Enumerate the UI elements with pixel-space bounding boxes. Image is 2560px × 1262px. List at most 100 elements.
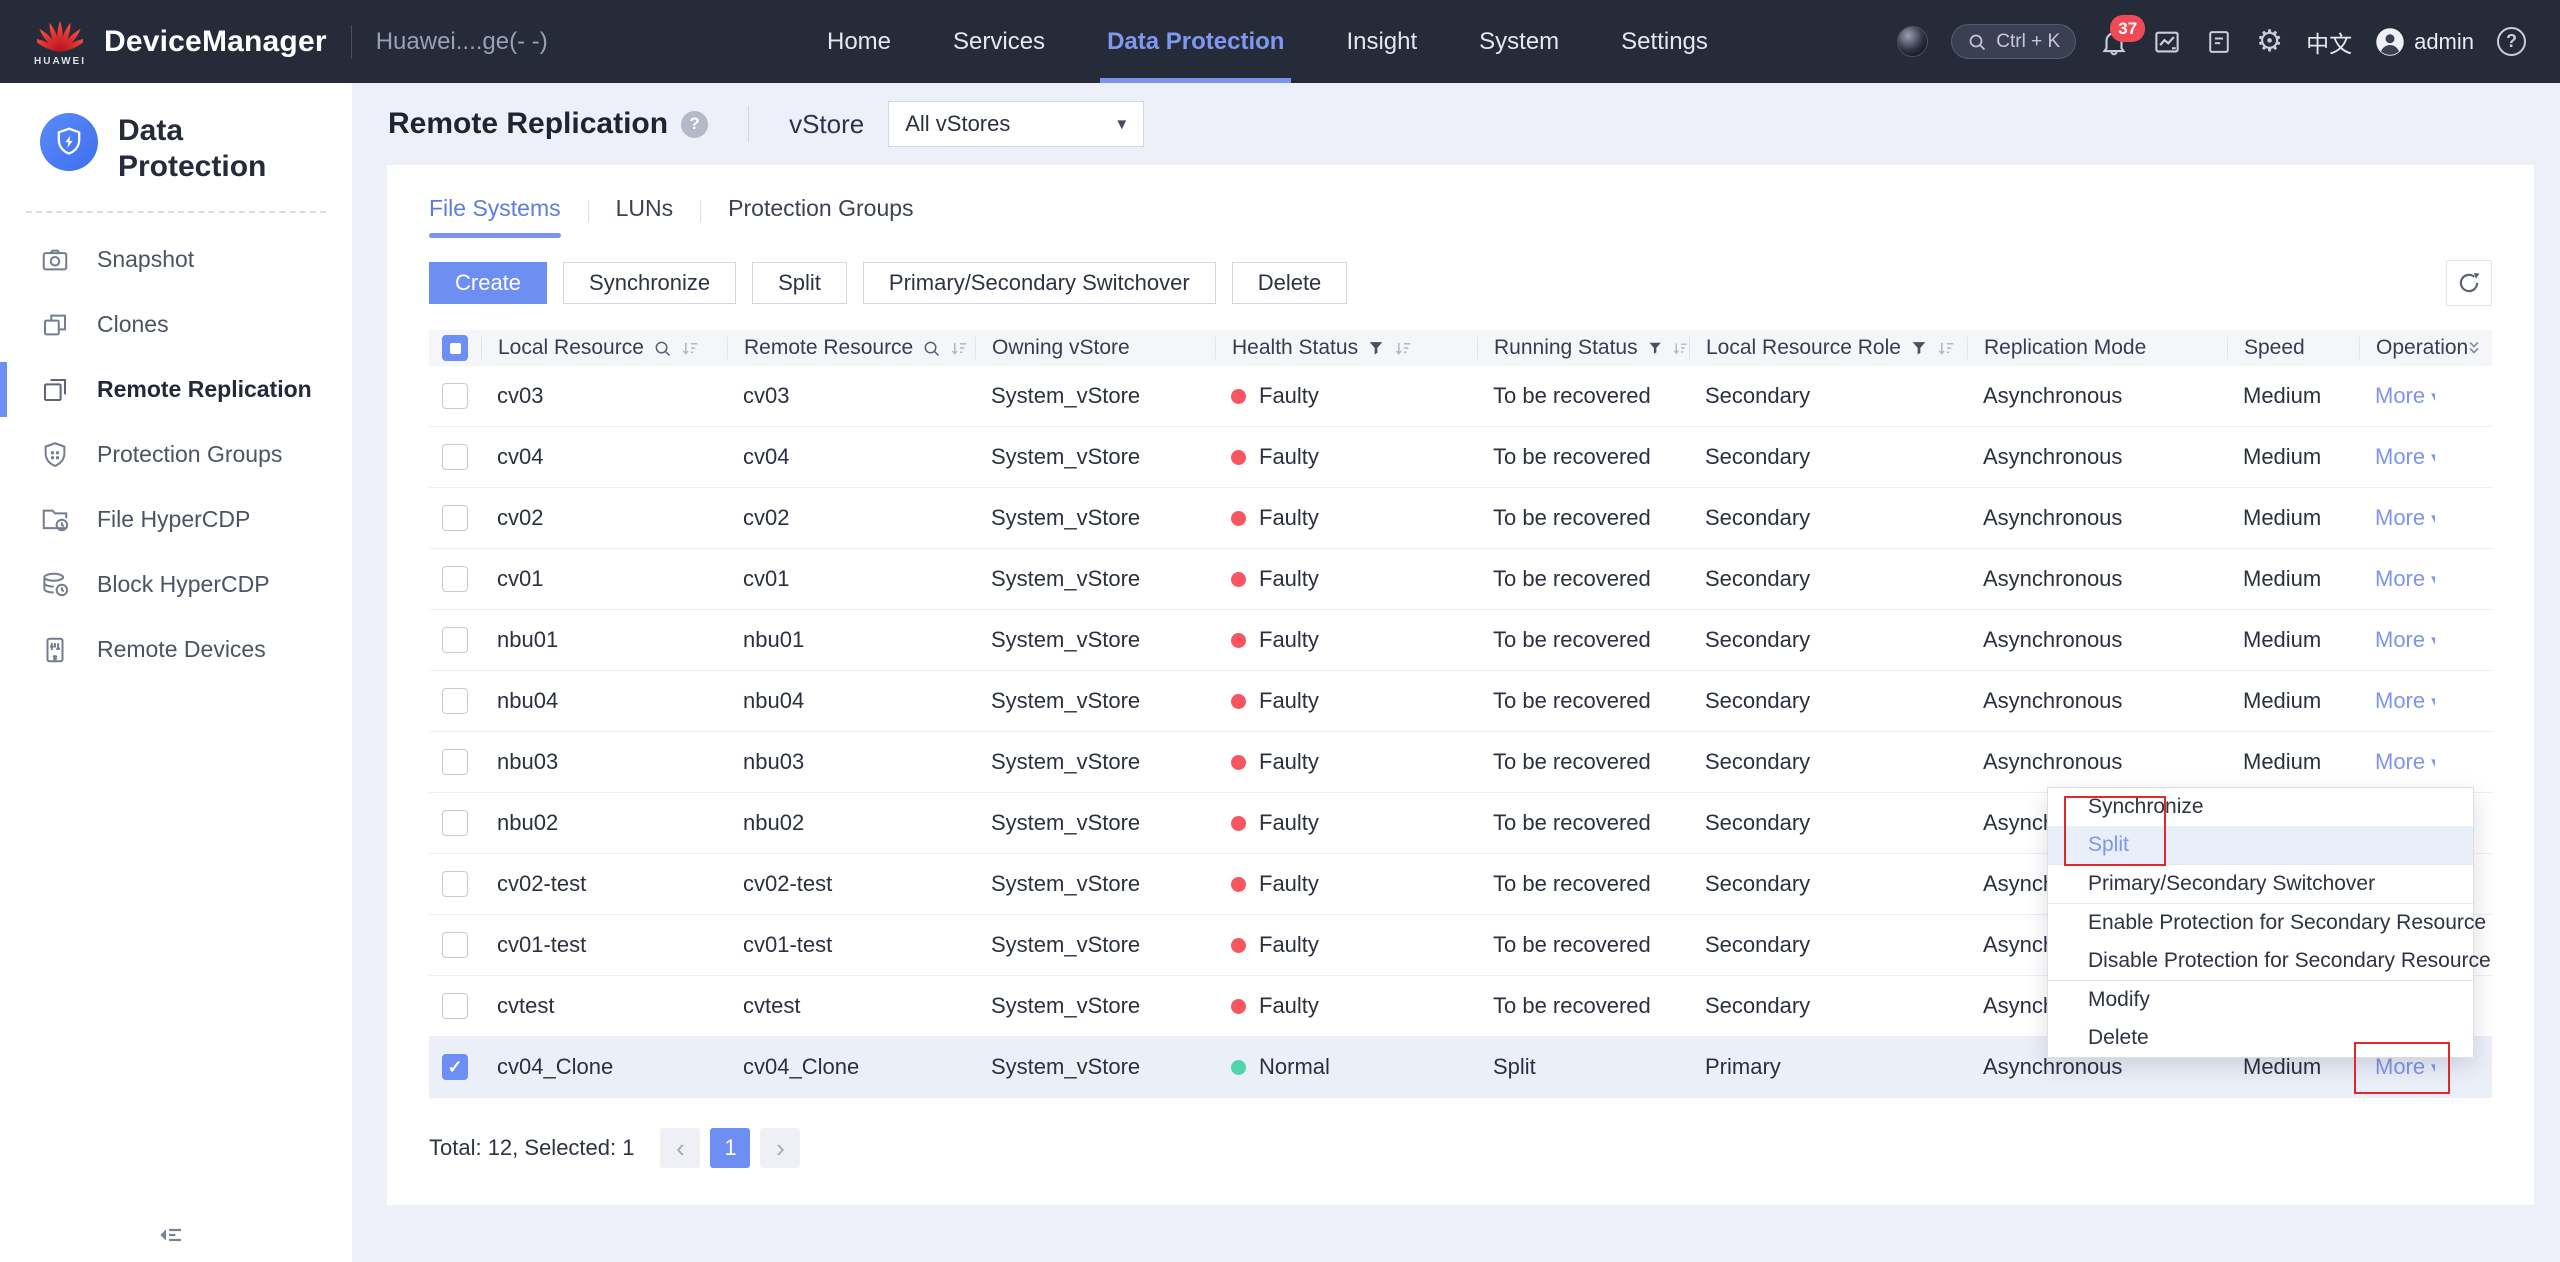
- sort-icon[interactable]: [1672, 339, 1689, 358]
- row-checkbox[interactable]: [442, 505, 468, 531]
- split-button[interactable]: Split: [752, 262, 847, 304]
- page-help-icon[interactable]: ?: [681, 111, 708, 138]
- nav-item-home[interactable]: Home: [796, 0, 922, 83]
- collapse-sidebar-icon[interactable]: [156, 1220, 186, 1250]
- vstore-selected-value: All vStores: [905, 111, 1010, 137]
- sidebar-item-remote-replication[interactable]: Remote Replication: [0, 357, 352, 422]
- huawei-flower-icon: [37, 17, 83, 55]
- row-checkbox[interactable]: [442, 749, 468, 775]
- row-checkbox[interactable]: [442, 688, 468, 714]
- cell-health-status: Faulty: [1215, 810, 1477, 836]
- cell-local-resource: nbu03: [481, 749, 727, 775]
- row-checkbox[interactable]: [442, 932, 468, 958]
- more-button[interactable]: More▾: [2375, 688, 2435, 714]
- vstore-label: vStore: [789, 109, 864, 140]
- table-row[interactable]: cv02 cv02 System_vStore Faulty To be rec…: [429, 488, 2492, 549]
- nav-item-insight[interactable]: Insight: [1315, 0, 1448, 83]
- nav-item-system[interactable]: System: [1448, 0, 1590, 83]
- table-row[interactable]: nbu04 nbu04 System_vStore Faulty To be r…: [429, 671, 2492, 732]
- search-icon[interactable]: [922, 339, 941, 358]
- tab-protection-groups[interactable]: Protection Groups: [728, 195, 913, 238]
- sidebar-item-snapshot[interactable]: Snapshot: [0, 227, 352, 292]
- prev-page-button[interactable]: ‹: [660, 1128, 700, 1168]
- menu-item-disable-protection[interactable]: Disable Protection for Secondary Resourc…: [2048, 942, 2473, 980]
- cell-remote-resource: nbu01: [727, 627, 975, 653]
- more-button[interactable]: More▾: [2375, 749, 2435, 775]
- row-checkbox[interactable]: [442, 566, 468, 592]
- row-checkbox[interactable]: [442, 444, 468, 470]
- more-button[interactable]: More▾: [2375, 383, 2435, 409]
- nav-item-settings[interactable]: Settings: [1590, 0, 1739, 83]
- page-number[interactable]: 1: [710, 1128, 750, 1168]
- sidebar-item-protection-groups[interactable]: Protection Groups: [0, 422, 352, 487]
- notification-badge: 37: [2110, 15, 2145, 42]
- synchronize-button[interactable]: Synchronize: [563, 262, 736, 304]
- global-search[interactable]: Ctrl + K: [1951, 24, 2076, 59]
- search-icon[interactable]: [653, 339, 672, 358]
- language-switch[interactable]: 中文: [2306, 25, 2352, 59]
- sidebar-item-remote-devices[interactable]: Remote Devices: [0, 617, 352, 682]
- row-checkbox[interactable]: [442, 993, 468, 1019]
- sidebar-item-file-hypercdp[interactable]: File HyperCDP: [0, 487, 352, 552]
- sort-icon[interactable]: [1937, 339, 1956, 358]
- row-checkbox[interactable]: [442, 810, 468, 836]
- nav-item-services[interactable]: Services: [922, 0, 1076, 83]
- health-text: Faulty: [1259, 749, 1319, 775]
- sort-icon[interactable]: [1394, 339, 1413, 358]
- table-row[interactable]: cv03 cv03 System_vStore Faulty To be rec…: [429, 366, 2492, 427]
- cell-local-resource-role: Secondary: [1689, 566, 1967, 592]
- nav-item-data-protection[interactable]: Data Protection: [1076, 0, 1315, 83]
- delete-button[interactable]: Delete: [1232, 262, 1348, 304]
- table-row[interactable]: nbu03 nbu03 System_vStore Faulty To be r…: [429, 732, 2492, 793]
- cell-replication-mode: Asynchronous: [1967, 383, 2227, 409]
- column-config-icon[interactable]: [2464, 338, 2484, 358]
- health-dot: [1231, 877, 1246, 892]
- help-icon[interactable]: ?: [2497, 27, 2526, 56]
- sort-icon[interactable]: [681, 339, 700, 358]
- user-menu[interactable]: admin: [2375, 27, 2474, 57]
- sidebar-item-clones[interactable]: Clones: [0, 292, 352, 357]
- cell-running-status: To be recovered: [1477, 993, 1689, 1019]
- next-page-button[interactable]: ›: [760, 1128, 800, 1168]
- status-sphere-icon[interactable]: [1897, 26, 1928, 57]
- row-checkbox[interactable]: [442, 871, 468, 897]
- sidebar-item-label: Remote Devices: [97, 636, 266, 663]
- menu-item-enable-protection[interactable]: Enable Protection for Secondary Resource: [2048, 904, 2473, 942]
- tab-luns[interactable]: LUNs: [616, 195, 674, 238]
- table-row[interactable]: nbu01 nbu01 System_vStore Faulty To be r…: [429, 610, 2492, 671]
- chevron-down-icon: ▾: [2431, 570, 2435, 588]
- refresh-button[interactable]: [2446, 260, 2492, 306]
- gear-icon[interactable]: ⚙: [2256, 27, 2283, 57]
- table-row[interactable]: cv04 cv04 System_vStore Faulty To be rec…: [429, 427, 2492, 488]
- create-button[interactable]: Create: [429, 262, 547, 304]
- switchover-button[interactable]: Primary/Secondary Switchover: [863, 262, 1216, 304]
- tab-file-systems[interactable]: File Systems: [429, 195, 561, 238]
- more-button[interactable]: More▾: [2375, 505, 2435, 531]
- filter-icon[interactable]: [1367, 339, 1385, 357]
- select-all-checkbox[interactable]: [442, 335, 468, 361]
- menu-item-switchover[interactable]: Primary/Secondary Switchover: [2048, 865, 2473, 903]
- cell-owning-vstore: System_vStore: [975, 993, 1215, 1019]
- cell-local-resource-role: Secondary: [1689, 993, 1967, 1019]
- row-checkbox[interactable]: [442, 383, 468, 409]
- performance-monitor-button[interactable]: [2152, 27, 2182, 57]
- menu-item-split[interactable]: Split: [2048, 826, 2473, 864]
- vstore-select[interactable]: All vStores ▼: [888, 101, 1144, 147]
- row-checkbox[interactable]: [442, 1054, 468, 1080]
- row-checkbox[interactable]: [442, 627, 468, 653]
- filter-icon[interactable]: [1647, 339, 1663, 357]
- table-row[interactable]: cv01 cv01 System_vStore Faulty To be rec…: [429, 549, 2492, 610]
- menu-item-delete[interactable]: Delete: [2048, 1019, 2473, 1057]
- col-speed: Speed: [2244, 336, 2305, 360]
- notifications-button[interactable]: 37: [2099, 27, 2129, 57]
- filter-icon[interactable]: [1910, 339, 1928, 357]
- more-button[interactable]: More▾: [2375, 627, 2435, 653]
- sort-icon[interactable]: [950, 339, 969, 358]
- more-button[interactable]: More▾: [2375, 444, 2435, 470]
- sidebar-item-block-hypercdp[interactable]: Block HyperCDP: [0, 552, 352, 617]
- report-button[interactable]: [2205, 28, 2233, 56]
- more-button[interactable]: More▾: [2375, 566, 2435, 592]
- cell-local-resource: cv04: [481, 444, 727, 470]
- menu-item-modify[interactable]: Modify: [2048, 981, 2473, 1019]
- menu-item-synchronize[interactable]: Synchronize: [2048, 788, 2473, 826]
